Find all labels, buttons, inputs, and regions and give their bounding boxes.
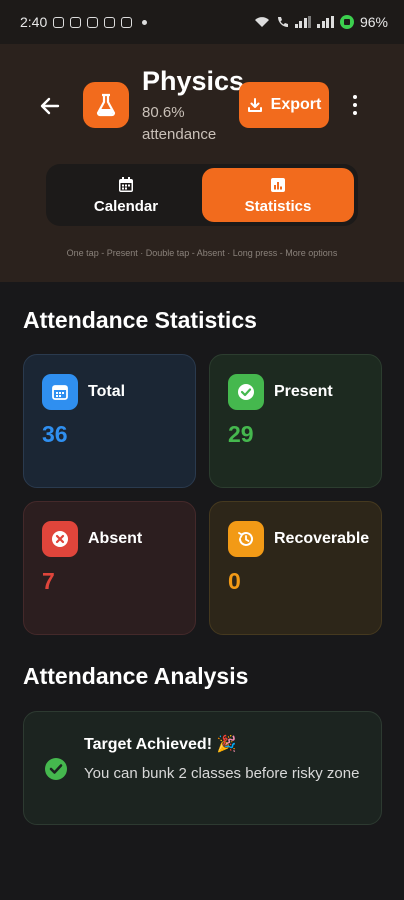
flask-icon	[96, 93, 116, 117]
more-notifications-dot-icon	[142, 19, 148, 25]
tab-calendar[interactable]: Calendar	[50, 168, 202, 222]
analysis-card-body: You can bunk 2 classes before risky zone	[84, 765, 360, 782]
gesture-hint: One tap - Present · Double tap - Absent …	[66, 248, 338, 258]
status-bar: 2:40 96%	[0, 0, 404, 44]
notification-icon	[87, 16, 99, 28]
status-right: 96%	[254, 14, 388, 30]
check-circle-icon	[45, 758, 67, 780]
stat-value: 0	[228, 568, 241, 594]
stat-label: Absent	[88, 530, 143, 547]
notification-icon	[53, 16, 65, 28]
attendance-percentage: 80.6% attendance	[142, 104, 217, 143]
notification-icon	[104, 16, 116, 28]
bar-chart-icon	[271, 177, 285, 192]
subject-icon	[83, 82, 129, 128]
export-label: Export	[270, 96, 322, 113]
notification-icon	[70, 16, 82, 28]
stat-label: Recoverable	[274, 530, 370, 547]
signal-icon	[294, 16, 312, 28]
stat-card-recoverable: Recoverable 0	[209, 501, 382, 635]
subject-title: Physics	[142, 66, 245, 96]
subject-header: Physics 80.6% attendance Export Calendar	[0, 44, 404, 282]
tab-statistics-label: Statistics	[244, 197, 312, 215]
tab-calendar-label: Calendar	[93, 197, 159, 215]
x-circle-icon	[42, 521, 78, 557]
tab-statistics[interactable]: Statistics	[202, 168, 354, 222]
history-icon	[228, 521, 264, 557]
calendar-icon	[119, 176, 133, 192]
analysis-card-title: Target Achieved! 🎉	[84, 736, 237, 753]
notification-icon	[121, 16, 133, 28]
back-arrow-icon[interactable]	[36, 92, 64, 120]
download-icon	[247, 98, 262, 112]
stat-value: 29	[228, 421, 254, 447]
export-button[interactable]: Export	[239, 82, 329, 128]
status-time: 2:40	[20, 14, 48, 30]
stat-card-present: Present 29	[209, 354, 382, 488]
stat-value: 36	[42, 421, 68, 447]
battery-icon	[339, 15, 354, 29]
signal-icon	[317, 16, 334, 28]
battery-level: 96%	[359, 14, 388, 30]
stat-label: Total	[88, 383, 126, 400]
stat-value: 7	[42, 568, 55, 594]
analysis-card: Target Achieved! 🎉 You can bunk 2 classe…	[23, 711, 382, 825]
wifi-icon	[254, 17, 269, 27]
stat-card-total: Total 36	[23, 354, 196, 488]
calendar-icon	[42, 374, 78, 410]
call-icon	[277, 16, 288, 27]
analysis-title: Attendance Analysis	[23, 663, 249, 689]
stat-card-absent: Absent 7	[23, 501, 196, 635]
statistics-title: Attendance Statistics	[23, 307, 257, 333]
check-circle-icon	[228, 374, 264, 410]
stat-label: Present	[274, 383, 333, 400]
view-toggle: Calendar Statistics	[46, 164, 358, 226]
more-options-icon[interactable]	[346, 92, 364, 118]
status-left: 2:40	[20, 14, 148, 30]
